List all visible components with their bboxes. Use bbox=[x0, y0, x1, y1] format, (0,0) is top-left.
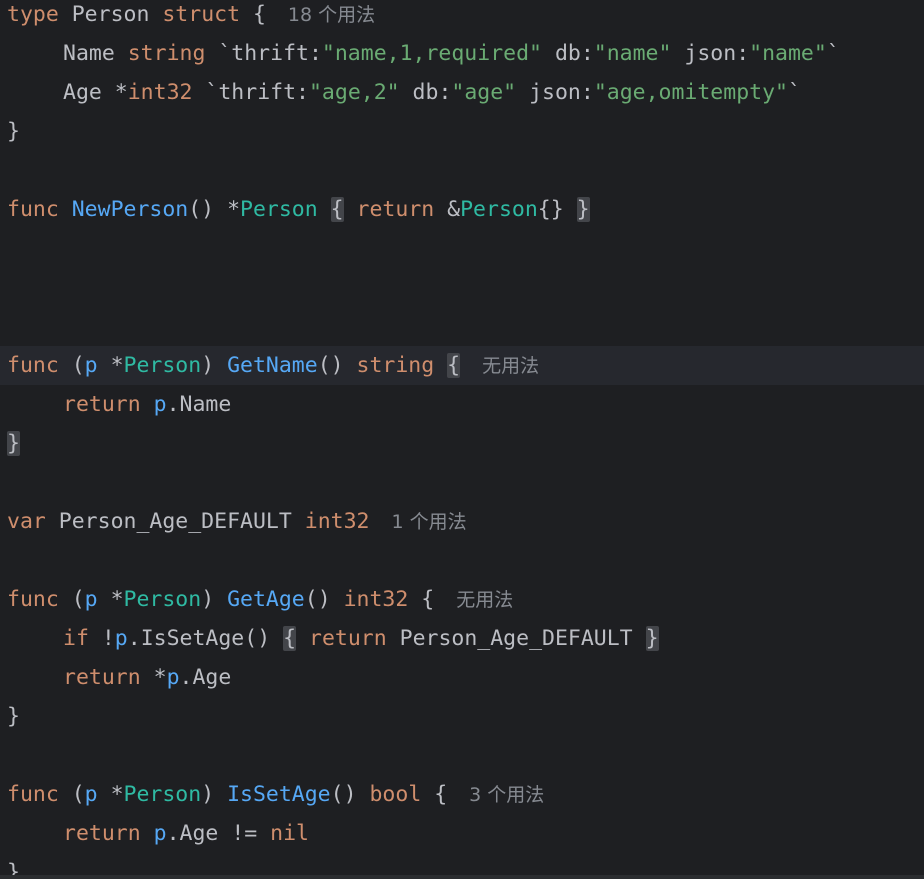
keyword: func bbox=[7, 587, 59, 612]
method-ref[interactable]: IsSetAge bbox=[141, 626, 245, 651]
tag-value: "name" bbox=[749, 41, 827, 66]
function-name[interactable]: GetName bbox=[227, 353, 318, 378]
type-keyword: string bbox=[127, 41, 206, 66]
usages-hint[interactable]: 18 个用法 bbox=[288, 4, 375, 26]
tag-key: thrift bbox=[218, 80, 297, 105]
matched-brace: { bbox=[447, 353, 461, 378]
keyword: func bbox=[7, 782, 59, 807]
folded-brace[interactable]: { bbox=[283, 626, 297, 651]
code-line[interactable]: } bbox=[0, 112, 924, 151]
receiver: p bbox=[153, 821, 167, 846]
tag-key: json bbox=[684, 41, 737, 66]
function-name[interactable]: GetAge bbox=[227, 587, 305, 612]
folded-brace[interactable]: } bbox=[645, 626, 659, 651]
code-line[interactable]: func (p *Person) IsSetAge() bool {3 个用法 bbox=[0, 775, 924, 814]
code-line[interactable]: func NewPerson() *Person { return &Perso… bbox=[0, 190, 924, 229]
code-line[interactable]: } bbox=[0, 697, 924, 736]
code-line[interactable]: } bbox=[0, 424, 924, 463]
keyword: type bbox=[7, 2, 59, 27]
receiver: p bbox=[84, 353, 98, 378]
usages-hint[interactable]: 无用法 bbox=[482, 355, 539, 377]
field-ref: Age bbox=[192, 665, 232, 690]
receiver: p bbox=[153, 392, 167, 417]
keyword: if bbox=[63, 626, 89, 651]
type-ref[interactable]: Person bbox=[240, 197, 318, 222]
code-editor[interactable]: type Person struct {18 个用法 Name string `… bbox=[0, 0, 924, 879]
keyword: return bbox=[63, 821, 141, 846]
type-keyword: bool bbox=[369, 782, 422, 807]
tag-value: "age" bbox=[451, 80, 517, 105]
type-ref[interactable]: Person bbox=[124, 782, 202, 807]
field-ref: Name bbox=[179, 392, 232, 417]
tag-value: "name" bbox=[593, 41, 672, 66]
variable-ref[interactable]: Person_Age_DEFAULT bbox=[400, 626, 633, 651]
keyword: struct bbox=[162, 2, 241, 27]
receiver: p bbox=[166, 665, 180, 690]
code-line[interactable]: return p.Age != nil bbox=[0, 814, 924, 853]
usages-hint[interactable]: 3 个用法 bbox=[469, 784, 544, 806]
keyword: return bbox=[63, 392, 141, 417]
type-keyword: int32 bbox=[127, 80, 193, 105]
code-line-current[interactable]: func (p *Person) GetName() string {无用法 bbox=[0, 346, 924, 385]
tag-value: "age,omitempty" bbox=[593, 80, 788, 105]
type-keyword: string bbox=[356, 353, 435, 378]
keyword: func bbox=[7, 353, 59, 378]
horizontal-scrollbar[interactable] bbox=[0, 875, 924, 879]
function-name[interactable]: NewPerson bbox=[72, 197, 189, 222]
keyword: return bbox=[356, 197, 435, 222]
type-ref[interactable]: Person bbox=[124, 587, 202, 612]
type-keyword: int32 bbox=[343, 587, 409, 612]
tag-key: thrift bbox=[231, 41, 309, 66]
receiver: p bbox=[84, 782, 98, 807]
field-name: Name bbox=[63, 41, 115, 66]
folded-brace[interactable]: { bbox=[330, 197, 344, 222]
code-line[interactable]: Name string `thrift:"name,1,required" db… bbox=[0, 34, 924, 73]
variable-name[interactable]: Person_Age_DEFAULT bbox=[59, 509, 292, 534]
receiver: p bbox=[84, 587, 98, 612]
type-ref[interactable]: Person bbox=[124, 353, 202, 378]
receiver: p bbox=[114, 626, 128, 651]
keyword: nil bbox=[270, 821, 309, 846]
keyword: return bbox=[309, 626, 387, 651]
field-name: Age bbox=[63, 80, 102, 105]
code-line[interactable]: func (p *Person) GetAge() int32 {无用法 bbox=[0, 580, 924, 619]
type-keyword: int32 bbox=[304, 509, 370, 534]
code-line[interactable]: return p.Name bbox=[0, 385, 924, 424]
field-ref: Age bbox=[179, 821, 219, 846]
code-line[interactable]: return *p.Age bbox=[0, 658, 924, 697]
function-name[interactable]: IsSetAge bbox=[227, 782, 331, 807]
type-ref[interactable]: Person bbox=[460, 197, 538, 222]
type-name[interactable]: Person bbox=[72, 2, 150, 27]
keyword: return bbox=[63, 665, 141, 690]
matched-brace: } bbox=[7, 431, 20, 456]
usages-hint[interactable]: 1 个用法 bbox=[391, 511, 466, 533]
code-line[interactable]: if !p.IsSetAge() { return Person_Age_DEF… bbox=[0, 619, 924, 658]
tag-value: "name,1,required" bbox=[321, 41, 542, 66]
tag-value: "age,2" bbox=[308, 80, 400, 105]
code-line[interactable]: var Person_Age_DEFAULT int32 1 个用法 bbox=[0, 502, 924, 541]
code-line[interactable]: type Person struct {18 个用法 bbox=[0, 0, 924, 34]
code-line[interactable]: Age *int32 `thrift:"age,2" db:"age" json… bbox=[0, 73, 924, 112]
folded-brace[interactable]: } bbox=[576, 197, 590, 222]
tag-key: db bbox=[412, 80, 439, 105]
keyword: func bbox=[7, 197, 59, 222]
tag-key: json bbox=[529, 80, 581, 105]
tag-key: db bbox=[554, 41, 581, 66]
usages-hint[interactable]: 无用法 bbox=[456, 589, 513, 611]
keyword: var bbox=[7, 509, 46, 534]
